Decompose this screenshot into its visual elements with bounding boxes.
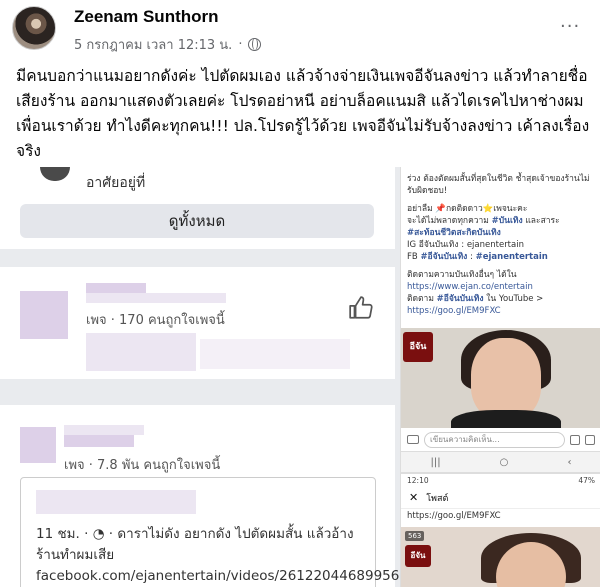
caption-line: ร่วง ต้องตัดผมสั้นที่สุดในชีวิต ช้ำสุดเจ…: [407, 174, 590, 196]
gif-icon[interactable]: [570, 434, 580, 445]
android-nav-bar: ||| ○ ‹: [401, 452, 600, 472]
sticker-icon[interactable]: [585, 434, 595, 445]
hashtag-link[interactable]: #อีจันบันเทิง: [437, 294, 484, 304]
caption-text: FB: [407, 252, 418, 262]
page-likes-count: เพจ · 170 คนถูกใจเพจนี้: [86, 313, 225, 328]
caption-line: จะได้ไม่พลาดทุกความ #บันเทิง และสาระ: [407, 215, 597, 227]
close-icon[interactable]: ✕: [409, 491, 418, 504]
battery-level: 47%: [578, 475, 595, 485]
view-count: 563: [405, 531, 425, 541]
author-name[interactable]: Zeenam Sunthorn: [74, 7, 219, 27]
video-person-shirt: [451, 410, 561, 428]
censored-avatar: [20, 291, 68, 339]
recent-apps-icon[interactable]: |||: [431, 457, 441, 468]
post-meta: 5 กรกฎาคม เวลา 12:13 น. ·: [74, 34, 262, 55]
comment-bar: เขียนความคิดเห็น...: [401, 428, 600, 452]
external-link[interactable]: https://goo.gl/EM9FXC: [407, 305, 597, 317]
caption-text: ใน YouTube >: [486, 294, 544, 304]
liked-page-card: เพจ · 170 คนถูกใจเพจนี้: [0, 249, 395, 379]
camera-icon[interactable]: [407, 435, 419, 444]
channel-logo: อีจัน: [403, 332, 433, 362]
caption-line: IG อีจันบันเทิง : ejanentertain: [407, 240, 524, 250]
hashtag-link[interactable]: #สะท้อนชีวิตสะกิดบันเทิง: [407, 227, 597, 239]
right-screenshot: ร่วง ต้องตัดผมสั้นที่สุดในชีวิต ช้ำสุดเจ…: [400, 167, 600, 587]
external-link[interactable]: https://goo.gl/EM9FXC: [407, 511, 501, 521]
shared-post-card: เพจ · 7.8 พัน คนถูกใจเพจนี้ 11 ชม. · ◔ ·…: [0, 397, 400, 587]
censored-block: [86, 333, 196, 371]
back-icon[interactable]: ‹: [567, 457, 571, 468]
page-post-text: ร่วง ต้องตัดผมสั้นที่สุดในชีวิต ช้ำสุดเจ…: [407, 173, 597, 317]
censored-name-2: [64, 425, 144, 435]
censored-block-2: [200, 339, 350, 369]
caption-line: FB #อีจันบันเทิง : #ejanentertain: [407, 252, 548, 262]
post-header-bar: ✕ โพสต์: [401, 487, 600, 509]
caption-text: และสาระ: [525, 216, 560, 226]
lives-in-label: อาศัยอยู่ที่: [86, 175, 146, 191]
left-screenshot: อาศัยอยู่ที่ ดูทั้งหมด เพจ · 170 คนถูกใจ…: [0, 167, 400, 587]
status-time: 12:10: [407, 475, 429, 485]
video-thumbnail-2[interactable]: 563 อีจัน: [401, 527, 600, 587]
comment-input[interactable]: เขียนความคิดเห็น...: [424, 431, 565, 448]
censored-page-name: [86, 283, 146, 293]
author-avatar[interactable]: [12, 6, 56, 50]
like-icon[interactable]: [348, 295, 374, 321]
censored-share-name: [36, 490, 196, 514]
page-likes-count-2: เพจ · 7.8 พัน คนถูกใจเพจนี้: [64, 458, 221, 473]
censored-avatar-2: [20, 427, 56, 463]
meta-separator: ·: [238, 37, 243, 52]
shared-post-text: 11 ชม. · ◔ · ดาราไม่ดัง อยากดัง ไปตัดผมส…: [36, 526, 400, 584]
video-person-face: [471, 338, 541, 420]
profile-avatar-fragment: [40, 167, 70, 181]
hashtag-link[interactable]: #บันเทิง: [492, 216, 523, 226]
censored-name-3: [64, 435, 134, 447]
hashtag-link[interactable]: #อีจันบันเทิง: [420, 252, 467, 262]
video-thumbnail[interactable]: อีจัน: [401, 328, 600, 428]
caption-text: ติดตาม: [407, 294, 434, 304]
globe-icon[interactable]: [248, 38, 262, 51]
home-icon[interactable]: ○: [500, 457, 509, 468]
external-link[interactable]: https://www.ejan.co/entertain: [407, 281, 597, 293]
status-bar: 12:10 47%: [401, 472, 600, 486]
caption-text: จะได้ไม่พลาดทุกความ: [407, 216, 489, 226]
caption-line: ติดตาม #อีจันบันเทิง ใน YouTube >: [407, 293, 597, 305]
caption-line: อย่าลืม 📌กดติดดาว⭐เพจนะคะ: [407, 204, 528, 214]
post-text: มีคนบอกว่าแนมอยากดังค่ะ ไปตัดผมเอง แล้วจ…: [16, 67, 590, 160]
post-timestamp[interactable]: 5 กรกฎาคม เวลา 12:13 น.: [74, 34, 232, 55]
see-all-button[interactable]: ดูทั้งหมด: [20, 204, 374, 238]
post-header-title: โพสต์: [426, 493, 449, 504]
censored-page-name-2: [86, 293, 226, 303]
caption-line: ติดตามความบันเทิงอื่นๆ ได้ใน: [407, 270, 517, 280]
shared-post[interactable]: 11 ชม. · ◔ · ดาราไม่ดัง อยากดัง ไปตัดผมส…: [20, 477, 400, 587]
channel-logo-2: อีจัน: [405, 545, 431, 567]
hashtag-link[interactable]: #ejanentertain: [476, 252, 548, 262]
more-options-button[interactable]: ···: [560, 16, 580, 37]
